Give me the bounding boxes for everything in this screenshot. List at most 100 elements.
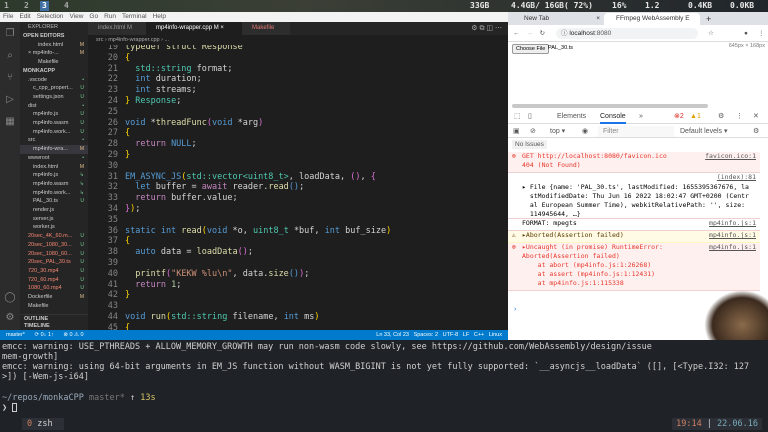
cursor-position[interactable]: Ln 33, Col 23: [376, 332, 409, 338]
terminal[interactable]: emcc: warning: USE_PTHREADS + ALLOW_MEMO…: [0, 340, 768, 432]
explorer-item[interactable]: OPEN EDITORS: [20, 32, 88, 41]
language-mode[interactable]: C++: [474, 332, 484, 338]
warning-count[interactable]: ▲1: [690, 110, 701, 124]
source-control-icon[interactable]: ⑂: [4, 72, 16, 84]
explorer-item[interactable]: worker.js: [20, 223, 88, 232]
workspace-2[interactable]: 2: [22, 1, 31, 11]
explorer-item[interactable]: 20sec_1080_30... U: [20, 241, 88, 250]
explorer-item[interactable]: × mp4info-... M: [20, 49, 88, 58]
close-devtools-icon[interactable]: ✕: [753, 110, 759, 124]
menu-run[interactable]: Run: [104, 13, 116, 20]
sidebar-toggle-icon[interactable]: ▣: [513, 125, 520, 138]
editor-actions[interactable]: ⚙ ⧉ ◫ ⋯: [471, 22, 502, 35]
url-field[interactable]: ⓘ localhost:8080: [556, 28, 698, 39]
explorer-item[interactable]: 20sec_1080_60... U: [20, 250, 88, 259]
console-source-link[interactable]: favicon.ico:1: [705, 152, 756, 161]
breadcrumb[interactable]: src › mp4info-wrapper.cpp › ...: [88, 35, 508, 45]
tab-elements[interactable]: Elements: [557, 110, 586, 124]
encoding[interactable]: UTF-8: [443, 332, 459, 338]
explorer-item[interactable]: 720_60.mp4 U: [20, 276, 88, 285]
menu-edit[interactable]: Edit: [19, 13, 30, 20]
console-message[interactable]: ⊗ ▸Uncaught (in promise) RuntimeError: Ab…: [508, 243, 760, 291]
browser-tab-ffmpeg[interactable]: FFmpeg WebAssembly E: [604, 13, 700, 25]
explorer-item[interactable]: mp4info.wasm ↳: [20, 180, 88, 189]
menu-icon[interactable]: ⋮: [758, 25, 765, 42]
console-message[interactable]: ⚠ ▸Aborted(Assertion failed) mp4info.js:1: [508, 231, 760, 243]
more-tabs-icon[interactable]: »: [639, 110, 643, 124]
horizontal-scrollbar[interactable]: [512, 104, 708, 108]
explorer-item[interactable]: src •: [20, 136, 88, 145]
browser-tab-new-tab[interactable]: New Tab ×: [512, 13, 604, 25]
workspace-1[interactable]: 1: [2, 1, 11, 11]
workspace-4[interactable]: 4: [62, 1, 71, 11]
console-prompt[interactable]: ›: [514, 306, 516, 313]
new-tab-button[interactable]: +: [702, 13, 711, 25]
menu-go[interactable]: Go: [89, 13, 98, 20]
tab-index-html[interactable]: index.html M: [88, 22, 146, 35]
console-source-link[interactable]: mp4info.js:1: [709, 243, 756, 252]
tab-mp4info-wrapper[interactable]: mp4info-wrapper.cpp M ×: [146, 22, 242, 35]
reload-icon[interactable]: ↻: [540, 30, 545, 37]
back-icon[interactable]: ←: [513, 30, 520, 37]
explorer-item[interactable]: Makefile: [20, 302, 88, 311]
choose-file-button[interactable]: Choose File: [512, 44, 550, 54]
explorer-item[interactable]: 720_30.mp4 U: [20, 267, 88, 276]
device-toolbar-icon[interactable]: ▯: [528, 110, 532, 124]
menu-file[interactable]: File: [3, 13, 13, 20]
explorer-item[interactable]: Dockerfile M: [20, 293, 88, 302]
explorer-item[interactable]: mp4info.js U: [20, 110, 88, 119]
os-indicator[interactable]: Linux: [489, 332, 502, 338]
console-message[interactable]: FORMAT: mpegts mp4info.js:1: [508, 219, 760, 231]
profile-icon[interactable]: ●: [744, 25, 748, 42]
explorer-item[interactable]: wwwroot •: [20, 154, 88, 163]
branch-indicator[interactable]: master*: [6, 332, 25, 338]
menu-help[interactable]: Help: [153, 13, 166, 20]
run-debug-icon[interactable]: ▷: [4, 94, 16, 106]
clear-console-icon[interactable]: ⊘: [530, 125, 536, 138]
explorer-item[interactable]: mp4info.work... U: [20, 128, 88, 137]
forward-icon[interactable]: →: [526, 30, 533, 37]
explorer-item[interactable]: dist •: [20, 102, 88, 111]
search-icon[interactable]: ⌕: [4, 50, 16, 62]
files-icon[interactable]: ❐: [4, 28, 16, 40]
explorer-item[interactable]: c_cpp_propert... U: [20, 84, 88, 93]
sync-indicator[interactable]: ⟳ 0↓ 1↑: [34, 332, 53, 338]
explorer-item[interactable]: mp4info.js ↳: [20, 171, 88, 180]
explorer-item[interactable]: 1080_60.mp4 U: [20, 284, 88, 293]
console-settings-icon[interactable]: ⚙: [753, 125, 759, 138]
workspace-3[interactable]: 3: [40, 1, 49, 11]
explorer-item[interactable]: .vscode •: [20, 76, 88, 85]
explorer-item[interactable]: 20sec_PAL_30.ts U: [20, 258, 88, 267]
context-select[interactable]: top ▾: [550, 125, 565, 138]
explorer-item[interactable]: settings.json U: [20, 93, 88, 102]
console-filter-input[interactable]: Filter: [598, 126, 674, 137]
account-icon[interactable]: ◯: [4, 292, 16, 304]
error-count[interactable]: ⊗2: [674, 110, 684, 124]
no-issues-badge[interactable]: No Issues: [512, 140, 547, 149]
tab-console[interactable]: Console: [600, 110, 626, 124]
indentation[interactable]: Spaces: 2: [414, 332, 438, 338]
settings-icon[interactable]: ⚙: [718, 110, 724, 124]
menu-terminal[interactable]: Terminal: [122, 13, 147, 20]
explorer-item[interactable]: mp4info.work... ↳: [20, 189, 88, 198]
inspect-icon[interactable]: ⬚: [514, 110, 521, 124]
console-message[interactable]: ⊗ GET http://localhost:8080/favicon.ico 4…: [508, 152, 760, 173]
more-options-icon[interactable]: ⋮: [736, 110, 743, 124]
gear-icon[interactable]: ⚙: [4, 312, 16, 324]
menu-selection[interactable]: Selection: [37, 13, 64, 20]
explorer-item[interactable]: 20sec_4K_60.m... U: [20, 232, 88, 241]
explorer-item[interactable]: mp4info.wasm U: [20, 119, 88, 128]
tab-makefile[interactable]: Makefile: [242, 22, 290, 35]
console-source-link[interactable]: mp4info.js:1: [709, 219, 756, 228]
code-editor[interactable]: 19 typedef struct Response 20{21 std::stri…: [88, 45, 508, 330]
explorer-item[interactable]: PAL_30.ts U: [20, 197, 88, 206]
explorer-item[interactable]: Makefile: [20, 58, 88, 67]
console-source-link[interactable]: (index):81: [717, 173, 756, 182]
tmux-window-tab[interactable]: 0 zsh: [22, 418, 64, 430]
line-ending[interactable]: LF: [463, 332, 469, 338]
bookmark-star-icon[interactable]: ☆: [708, 25, 714, 42]
explorer-item[interactable]: index.html M: [20, 163, 88, 172]
problems-indicator[interactable]: ⊗ 0 ⚠ 0: [63, 332, 83, 338]
log-levels-select[interactable]: Default levels ▾: [680, 125, 727, 138]
explorer-item[interactable]: mp4info-wra... M: [20, 145, 88, 155]
